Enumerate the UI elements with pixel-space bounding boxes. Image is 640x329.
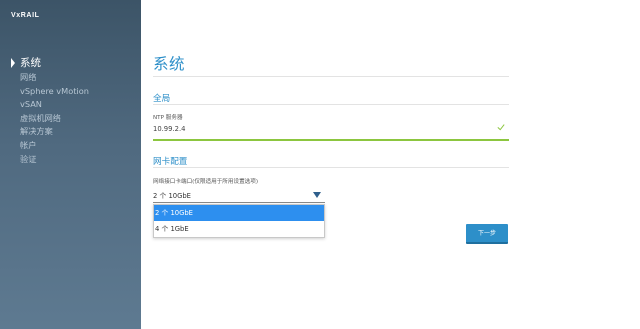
sidebar-item-solutions[interactable]: 解决方案 [0, 125, 141, 139]
sidebar-item-label: 虚拟机网络 [20, 112, 61, 123]
sidebar-item-vmotion[interactable]: vSphere vMotion [0, 85, 141, 99]
checkmark-icon [497, 124, 505, 131]
sidebar-nav: 系统 网络 vSphere vMotion vSAN 虚拟机网络 解决方案 帐户… [0, 56, 141, 166]
sidebar-item-network[interactable]: 网络 [0, 71, 141, 85]
title-divider [153, 76, 509, 77]
sidebar-item-label: 网络 [20, 72, 37, 82]
sidebar-item-accounts[interactable]: 帐户 [0, 139, 141, 153]
sidebar-item-system[interactable]: 系统 [0, 56, 141, 71]
nic-port-label: 网络接口卡端口(仅限适用于所用设置选项) [153, 179, 259, 185]
sidebar: VxRAIL 系统 网络 vSphere vMotion vSAN 虚拟机网络 … [0, 0, 141, 329]
sidebar-item-label: vSAN [20, 99, 42, 110]
sidebar-item-label: 帐户 [20, 139, 37, 150]
ntp-server-label: NTP 服务器 [153, 115, 183, 121]
section-heading-nic: 网卡配置 [153, 157, 188, 167]
section-divider [153, 104, 509, 105]
sidebar-item-vm-network[interactable]: 虚拟机网络 [0, 112, 141, 126]
next-button[interactable]: 下一步 [466, 224, 508, 244]
select-underline [153, 202, 325, 203]
ntp-server-input[interactable]: 10.99.2.4 [153, 125, 185, 133]
caret-right-icon [11, 58, 15, 68]
nic-port-dropdown-menu: 2 个 10GbE 4 个 1GbE [153, 204, 325, 238]
page-title: 系统 [153, 55, 186, 73]
vxrail-logo: VxRAIL [11, 12, 40, 19]
main-content: 系统 全局 NTP 服务器 10.99.2.4 网卡配置 网络接口卡端口(仅限适… [153, 0, 509, 329]
dropdown-option-4x1gbe[interactable]: 4 个 1GbE [154, 221, 324, 237]
nic-port-select[interactable]: 2 个 10GbE [153, 190, 191, 200]
dropdown-arrow-icon[interactable] [313, 192, 321, 198]
sidebar-item-label: 系统 [20, 57, 41, 69]
sidebar-item-label: vSphere vMotion [20, 85, 89, 96]
sidebar-item-label: 解决方案 [20, 126, 53, 137]
sidebar-item-validation[interactable]: 验证 [0, 153, 141, 167]
section-heading-global: 全局 [153, 94, 171, 104]
dropdown-option-2x10gbe[interactable]: 2 个 10GbE [154, 205, 324, 221]
sidebar-item-vsan[interactable]: vSAN [0, 98, 141, 112]
ntp-valid-underline [153, 139, 509, 141]
section-divider [153, 167, 509, 168]
sidebar-item-label: 验证 [20, 153, 37, 164]
